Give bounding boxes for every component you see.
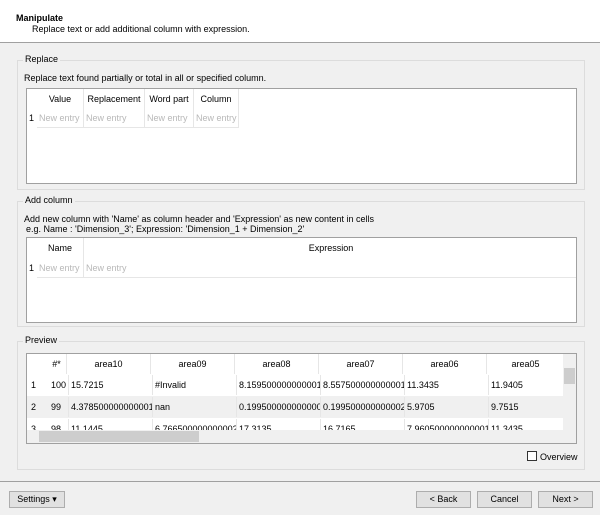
name-input[interactable]: New entry <box>37 258 84 278</box>
overview-checkbox[interactable] <box>527 451 537 461</box>
add-column-description: Add new column with 'Name' as column hea… <box>24 214 375 224</box>
vertical-scrollbar[interactable] <box>563 354 576 430</box>
col-header-replacement[interactable]: Replacement <box>84 89 145 109</box>
preview-col-header[interactable]: area09 <box>151 354 235 374</box>
preview-col-header[interactable]: #* <box>47 354 67 374</box>
col-header-name[interactable]: Name <box>37 238 84 258</box>
wizard-header: Manipulate Replace text or add additiona… <box>0 0 600 43</box>
row-number: 1 <box>31 380 37 390</box>
table-cell: 9.7515 <box>489 397 567 417</box>
scrollbar-thumb[interactable] <box>39 431 199 442</box>
column-input[interactable]: New entry <box>194 108 239 128</box>
back-button[interactable]: < Back <box>416 491 471 508</box>
replacement-input[interactable]: New entry <box>84 108 145 128</box>
row-number: 1 <box>29 263 35 273</box>
add-column-group: Add column Add new column with 'Name' as… <box>17 195 585 327</box>
table-cell: 8.159500000000001 <box>237 375 321 395</box>
table-cell: 11.9405 <box>489 375 567 395</box>
horizontal-scrollbar[interactable] <box>27 430 576 443</box>
preview-col-header[interactable]: area07 <box>319 354 403 374</box>
preview-col-header[interactable]: area10 <box>67 354 151 374</box>
next-button[interactable]: Next > <box>538 491 593 508</box>
table-cell: 100 <box>49 375 69 395</box>
row-number: 1 <box>29 113 35 123</box>
table-cell: 5.9705 <box>405 397 489 417</box>
replace-group-label: Replace <box>23 54 61 64</box>
replace-group: Replace Replace text found partially or … <box>17 54 585 190</box>
preview-col-header[interactable]: area06 <box>403 354 487 374</box>
preview-group: Preview #* area10 area09 area08 area07 area06… <box>17 335 585 470</box>
col-header-word-part[interactable]: Word part <box>145 89 194 109</box>
add-column-group-label: Add column <box>23 195 75 205</box>
preview-col-header[interactable]: area05 <box>487 354 565 374</box>
settings-button[interactable]: Settings ▾ <box>9 491 65 508</box>
replace-description: Replace text found partially or total in… <box>24 73 267 83</box>
table-cell: 0.1995000000000005 <box>237 397 321 417</box>
table-row[interactable]: 1 100 15.7215 #Invalid 8.159500000000001 8.55… <box>27 374 576 396</box>
table-cell: #Invalid <box>153 375 237 395</box>
table-cell: 4.378500000000001 <box>69 397 153 417</box>
add-column-table[interactable]: Name Expression 1 New entry New entry <box>26 237 577 323</box>
preview-group-label: Preview <box>23 335 60 345</box>
page-subtitle: Replace text or add additional column wi… <box>32 24 250 34</box>
row-number: 2 <box>31 402 37 412</box>
scrollbar-thumb[interactable] <box>564 368 575 384</box>
expression-input[interactable]: New entry <box>84 258 576 278</box>
preview-col-header[interactable]: area08 <box>235 354 319 374</box>
table-row[interactable]: 2 99 4.378500000000001 nan 0.199500000000000… <box>27 396 576 418</box>
table-cell: 15.7215 <box>69 375 153 395</box>
settings-label: Settings <box>17 494 50 504</box>
col-header-column[interactable]: Column <box>194 89 239 109</box>
cancel-button[interactable]: Cancel <box>477 491 532 508</box>
page-title: Manipulate <box>16 13 64 23</box>
table-cell: 11.3435 <box>405 375 489 395</box>
replace-table[interactable]: Value Replacement Word part Column 1 New… <box>26 88 577 184</box>
table-cell: nan <box>153 397 237 417</box>
preview-table[interactable]: #* area10 area09 area08 area07 area06 area05 1 1… <box>26 353 577 444</box>
word-part-input[interactable]: New entry <box>145 108 194 128</box>
value-input[interactable]: New entry <box>37 108 84 128</box>
add-column-example: e.g. Name : 'Dimension_3'; Expression: '… <box>26 224 305 234</box>
table-cell: 8.557500000000001 <box>321 375 405 395</box>
table-cell: 99 <box>49 397 69 417</box>
col-header-expression[interactable]: Expression <box>84 238 576 258</box>
dropdown-arrow-icon: ▾ <box>52 494 57 504</box>
col-header-value[interactable]: Value <box>37 89 84 109</box>
table-cell: 0.1995000000000022 <box>321 397 405 417</box>
overview-label: Overview <box>540 452 578 462</box>
